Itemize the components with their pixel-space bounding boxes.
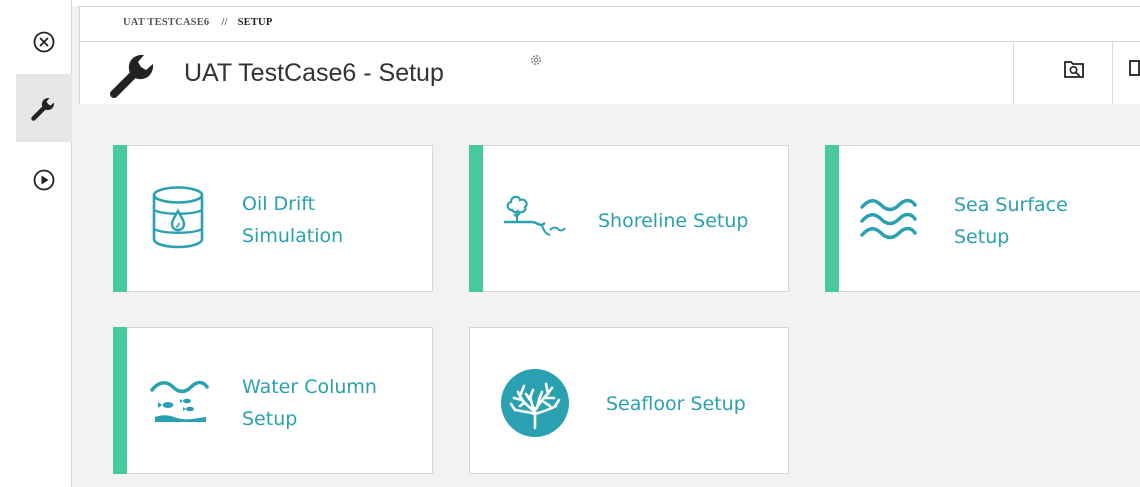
card-label: Shoreline Setup <box>598 210 749 232</box>
close-button[interactable] <box>16 14 72 70</box>
close-circle-icon <box>33 31 55 53</box>
wrench-icon <box>31 97 55 121</box>
water-column-setup-card[interactable]: Water Column Setup <box>113 327 433 474</box>
waves-icon <box>860 198 917 240</box>
run-button[interactable] <box>16 152 72 208</box>
oil-barrel-icon <box>152 186 204 249</box>
setup-nav-button[interactable] <box>16 74 72 142</box>
card-label: Seafloor Setup <box>606 393 746 415</box>
breadcrumb-item-setup: SETUP <box>237 17 273 28</box>
copy-icon[interactable] <box>1129 59 1140 79</box>
seafloor-setup-card[interactable]: Seafloor Setup <box>469 327 789 474</box>
oil-drift-simulation-card[interactable]: Oil Drift Simulation <box>113 145 433 292</box>
breadcrumb-item-testcase[interactable]: UAT TESTCASE6 <box>123 17 209 28</box>
left-rail <box>0 0 72 487</box>
shoreline-icon <box>504 195 566 236</box>
search-folder-icon[interactable] <box>1063 59 1085 79</box>
card-label: Water Column Setup <box>242 376 377 430</box>
coral-icon <box>501 369 569 437</box>
card-label: Oil Drift Simulation <box>242 193 344 247</box>
header-button-divider <box>1013 42 1014 105</box>
page-header: UAT TESTCASE6 // SETUP UAT TestCase6 - Set… <box>79 6 1140 105</box>
header-button-divider <box>1112 42 1113 105</box>
card-label: Sea Surface Setup <box>954 194 1068 248</box>
play-circle-icon <box>33 169 55 191</box>
header-divider <box>80 41 1140 42</box>
shoreline-setup-card[interactable]: Shoreline Setup <box>469 145 789 292</box>
wrench-icon <box>110 54 154 98</box>
sea-surface-setup-card[interactable]: Sea Surface Setup <box>825 145 1140 292</box>
gear-icon[interactable] <box>529 53 543 67</box>
water-column-fish-icon <box>150 380 209 422</box>
breadcrumb-separator: // <box>221 17 228 28</box>
breadcrumb: UAT TESTCASE6 // SETUP <box>123 17 272 28</box>
page-title: UAT TestCase6 - Setup <box>184 59 444 87</box>
